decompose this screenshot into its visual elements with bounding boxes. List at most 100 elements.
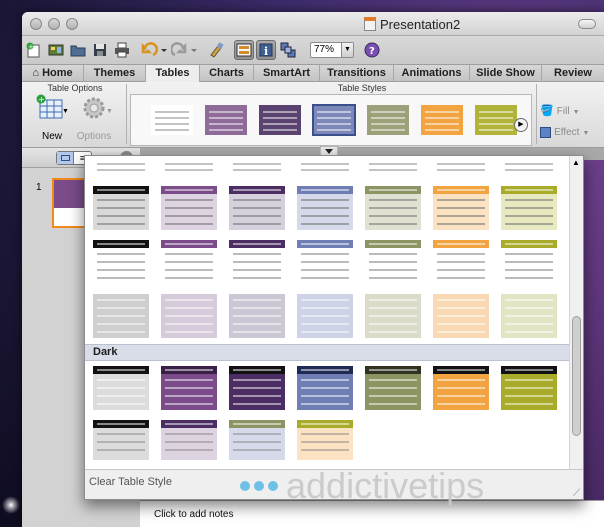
gallery-style-dark2-purple[interactable]	[161, 420, 217, 460]
gallery-style-light-plain[interactable]	[501, 160, 557, 178]
strip-style-olive[interactable]	[367, 105, 409, 135]
gallery-style-medium2-blue[interactable]	[297, 240, 353, 284]
svg-text:+: +	[28, 43, 34, 51]
fill-dropdown-arrow-icon: ▼	[572, 109, 580, 116]
fill-button[interactable]: 🪣 Fill ▼	[540, 104, 600, 120]
strip-style-purple[interactable]	[205, 105, 247, 135]
format-painter-button[interactable]	[206, 40, 226, 60]
gallery-style-medium-orange[interactable]	[433, 186, 489, 230]
tab-home-label: Home	[42, 67, 73, 79]
gallery-style-medium-blue[interactable]	[297, 186, 353, 230]
help-button[interactable]: ?	[362, 40, 382, 60]
new-from-template-button[interactable]: +	[24, 40, 44, 60]
gallery-style-medium2-purple[interactable]	[161, 240, 217, 284]
gallery-toggle-button[interactable]	[234, 40, 254, 60]
tab-charts[interactable]: Charts	[200, 65, 254, 82]
tab-tables[interactable]: Tables	[146, 65, 200, 82]
minimize-window-button[interactable]	[48, 18, 60, 30]
tab-animations[interactable]: Animations	[394, 65, 470, 82]
toolbox-button[interactable]: i	[256, 40, 276, 60]
scroll-up-icon[interactable]: ▲	[572, 158, 580, 167]
media-button[interactable]	[278, 40, 298, 60]
gallery-style-medium3-blue[interactable]	[297, 294, 353, 338]
gallery-scroll-thumb[interactable]	[572, 316, 581, 436]
gallery-style-medium2-black[interactable]	[93, 240, 149, 284]
gallery-style-medium3-dark-purple[interactable]	[229, 294, 285, 338]
gallery-style-medium2-orange[interactable]	[433, 240, 489, 284]
open-button[interactable]	[68, 40, 88, 60]
gallery-style-medium2-dark-purple[interactable]	[229, 240, 285, 284]
ribbon-separator	[126, 84, 127, 144]
table-options-group-label: Table Options	[47, 83, 103, 93]
table-styles-strip	[130, 94, 532, 146]
strip-style-blue[interactable]	[312, 104, 356, 136]
tab-review[interactable]: Review	[542, 65, 604, 82]
print-button[interactable]	[112, 40, 132, 60]
gallery-icon	[236, 43, 252, 57]
tab-smartart[interactable]: SmartArt	[254, 65, 320, 82]
options-dropdown-arrow-icon: ▼	[106, 108, 113, 115]
resize-grip-icon[interactable]: ⟋	[573, 488, 580, 499]
gallery-style-light-plain[interactable]	[365, 160, 421, 178]
gallery-style-dark2-black[interactable]	[93, 420, 149, 460]
new-table-label: New	[41, 131, 62, 142]
gallery-style-medium-dark-purple[interactable]	[229, 186, 285, 230]
slides-view-icon[interactable]	[57, 152, 75, 164]
gallery-style-light-plain[interactable]	[161, 160, 217, 178]
gallery-style-dark-black[interactable]	[93, 366, 149, 410]
gallery-style-medium-purple[interactable]	[161, 186, 217, 230]
gallery-style-medium3-lime[interactable]	[501, 294, 557, 338]
gallery-style-medium3-orange[interactable]	[433, 294, 489, 338]
strip-style-dark-purple[interactable]	[259, 105, 301, 135]
gallery-style-dark-olive[interactable]	[365, 366, 421, 410]
styles-scroll-right-icon[interactable]: ▶	[514, 118, 528, 132]
gallery-style-dark-lime[interactable]	[501, 366, 557, 410]
gallery-style-medium-black[interactable]	[93, 186, 149, 230]
zoom-combo[interactable]: 77% ▼	[310, 42, 354, 58]
gallery-style-medium3-olive[interactable]	[365, 294, 421, 338]
gallery-style-light-plain[interactable]	[93, 160, 149, 178]
gallery-style-dark-purple[interactable]	[161, 366, 217, 410]
gallery-style-dark-orange[interactable]	[433, 366, 489, 410]
new-table-button[interactable]: + ▼ New	[34, 94, 70, 144]
gallery-style-light-plain[interactable]	[297, 160, 353, 178]
gallery-style-light-plain[interactable]	[229, 160, 285, 178]
gallery-style-dark-dark-purple[interactable]	[229, 366, 285, 410]
gallery-section-dark: Dark	[85, 344, 569, 361]
gallery-style-dark-blue[interactable]	[297, 366, 353, 410]
save-button[interactable]	[90, 40, 110, 60]
print-icon	[115, 42, 129, 58]
gallery-style-medium-lime[interactable]	[501, 186, 557, 230]
undo-button[interactable]	[140, 40, 168, 60]
ribbon-tab-bar: ⌂ Home Themes Tables Charts SmartArt Tra…	[22, 64, 604, 82]
standard-toolbar: + i 77% ▼ ?	[22, 36, 604, 64]
effect-button[interactable]: Effect ▼	[540, 126, 600, 142]
watermark-text: addictivetips	[286, 465, 485, 506]
strip-style-orange[interactable]	[421, 105, 463, 135]
table-options-button[interactable]: ▼ Options	[74, 94, 114, 144]
media-browser-button[interactable]	[46, 40, 66, 60]
gallery-scrollbar[interactable]: ▲ ▼	[569, 156, 583, 481]
watermark: addictivetips	[240, 465, 485, 506]
gallery-style-medium3-purple[interactable]	[161, 294, 217, 338]
strip-style-lime[interactable]	[475, 105, 517, 135]
strip-style-plain[interactable]	[151, 105, 193, 135]
redo-button[interactable]	[170, 40, 198, 60]
gallery-style-dark2-lime[interactable]	[297, 420, 353, 460]
tab-themes[interactable]: Themes	[84, 65, 146, 82]
gallery-style-medium2-olive[interactable]	[365, 240, 421, 284]
toolbar-toggle-button[interactable]	[578, 19, 596, 29]
gallery-style-medium-olive[interactable]	[365, 186, 421, 230]
close-window-button[interactable]	[30, 18, 42, 30]
gallery-style-medium2-lime[interactable]	[501, 240, 557, 284]
slide-thumbnail[interactable]	[52, 178, 86, 228]
tab-slide-show[interactable]: Slide Show	[470, 65, 542, 82]
clear-table-style-button[interactable]: Clear Table Style	[89, 476, 172, 488]
gallery-style-dark2-olive[interactable]	[229, 420, 285, 460]
tab-home[interactable]: ⌂ Home	[22, 65, 84, 82]
gallery-style-light-plain[interactable]	[433, 160, 489, 178]
tab-transitions[interactable]: Transitions	[320, 65, 394, 82]
zoom-dropdown-arrow-icon[interactable]: ▼	[341, 43, 353, 57]
zoom-window-button[interactable]	[66, 18, 78, 30]
gallery-style-medium3-gray[interactable]	[93, 294, 149, 338]
